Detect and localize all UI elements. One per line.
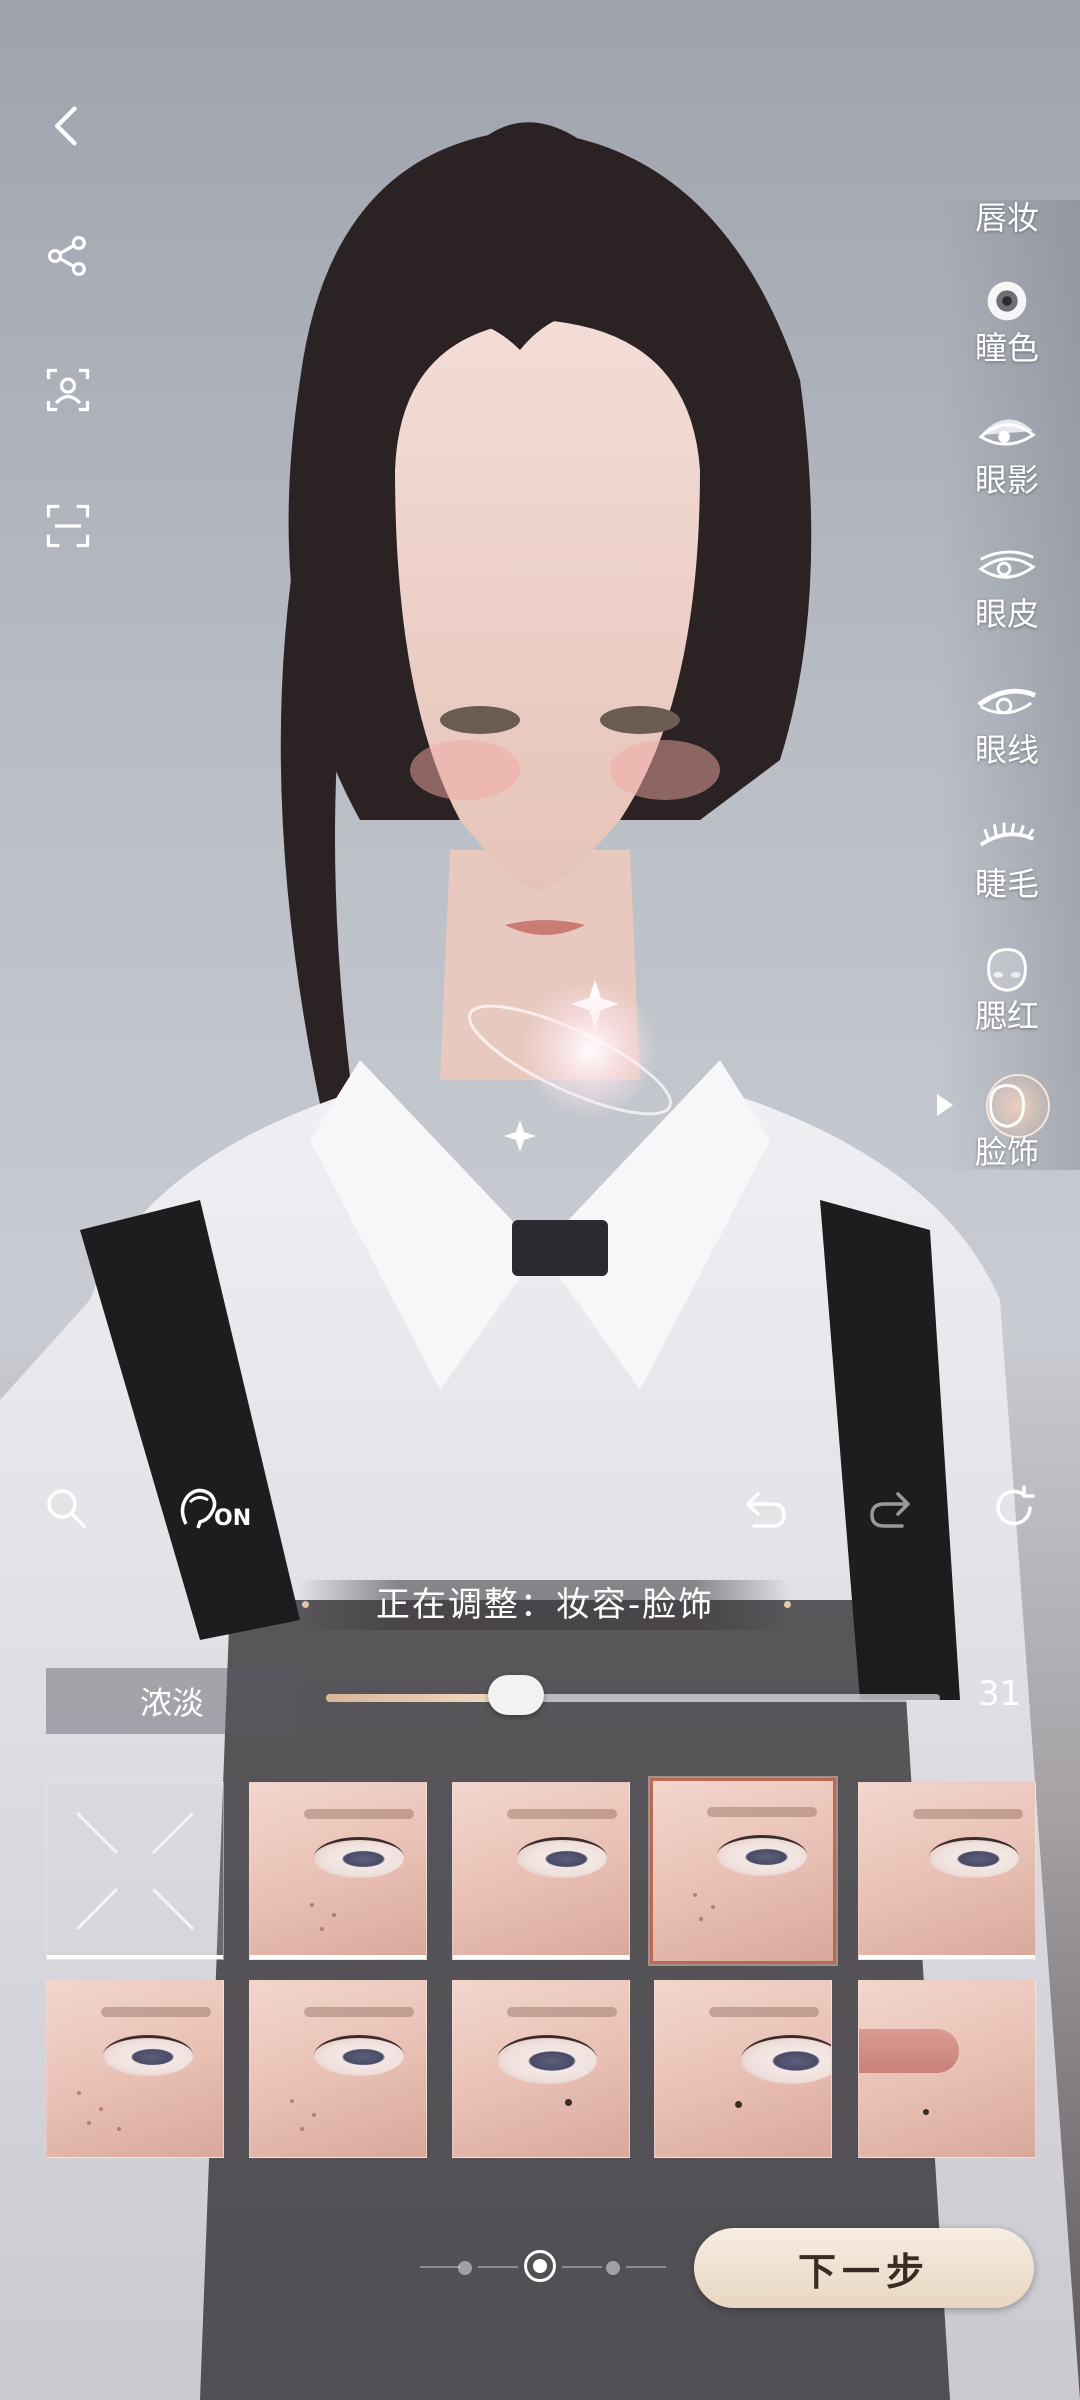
tile-brow bbox=[507, 1809, 617, 1819]
style-option[interactable] bbox=[858, 1782, 1036, 1960]
pager-line bbox=[626, 2266, 666, 2268]
pager-line bbox=[562, 2266, 602, 2268]
eyelid-icon bbox=[975, 542, 1039, 592]
style-option-selected[interactable] bbox=[650, 1778, 836, 1964]
share-icon[interactable] bbox=[38, 226, 98, 286]
tile-brow bbox=[304, 2007, 414, 2017]
selected-arrow-icon bbox=[937, 1094, 953, 1116]
search-icon[interactable] bbox=[36, 1478, 96, 1538]
tile-eye bbox=[741, 2035, 831, 2084]
mole bbox=[565, 2099, 572, 2106]
category-eyeliner[interactable]: 眼线 bbox=[952, 678, 1062, 770]
style-option[interactable] bbox=[858, 1980, 1036, 2158]
reset-icon[interactable] bbox=[984, 1478, 1044, 1538]
tile-brow bbox=[507, 2007, 617, 2017]
style-option[interactable] bbox=[249, 1980, 427, 2158]
redo-icon[interactable] bbox=[860, 1478, 920, 1538]
category-label: 唇妆 bbox=[974, 199, 1039, 237]
face-scan-icon[interactable] bbox=[38, 360, 98, 420]
tile-eye bbox=[314, 2035, 404, 2076]
category-label: 眼线 bbox=[974, 731, 1039, 769]
tile-brow bbox=[709, 2007, 819, 2017]
freckle bbox=[99, 2107, 103, 2111]
category-label: 睫毛 bbox=[974, 865, 1039, 903]
freckle bbox=[312, 2113, 316, 2117]
category-eyelid[interactable]: 眼皮 bbox=[952, 542, 1062, 634]
tile-brow bbox=[304, 1809, 414, 1819]
freckle bbox=[332, 1913, 336, 1917]
slider-handle[interactable] bbox=[488, 1675, 545, 1715]
eyeshadow-icon bbox=[975, 408, 1039, 458]
none-option-icon bbox=[75, 1811, 195, 1931]
tile-underline bbox=[859, 1955, 1035, 1959]
style-option[interactable] bbox=[46, 1980, 224, 2158]
next-step-button[interactable]: 下一步 bbox=[694, 2228, 1034, 2308]
tile-eye bbox=[929, 1837, 1019, 1878]
category-label: 眼影 bbox=[974, 461, 1039, 499]
freckle bbox=[320, 1927, 324, 1931]
adjusting-status: 正在调整：妆容-脸饰 bbox=[300, 1580, 790, 1630]
tile-eye bbox=[314, 1837, 404, 1878]
tile-underline bbox=[250, 1955, 426, 1959]
blush-icon bbox=[975, 944, 1039, 994]
pupil-icon bbox=[975, 276, 1039, 326]
category-label: 脸饰 bbox=[974, 1133, 1039, 1171]
intensity-slider[interactable] bbox=[326, 1675, 940, 1715]
freckle bbox=[87, 2121, 91, 2125]
freckle bbox=[711, 1905, 715, 1909]
tile-lips bbox=[859, 2029, 959, 2073]
undo-icon[interactable] bbox=[736, 1478, 796, 1538]
intensity-label: 浓淡 bbox=[46, 1668, 298, 1734]
category-face-decoration[interactable]: 脸饰 bbox=[952, 1080, 1062, 1172]
tile-brow bbox=[913, 1809, 1023, 1819]
intensity-value: 31 bbox=[978, 1674, 1022, 1714]
page-dot[interactable] bbox=[458, 2261, 472, 2275]
freckle bbox=[300, 2127, 304, 2131]
tile-eye bbox=[517, 1837, 607, 1878]
mole bbox=[735, 2101, 742, 2108]
style-option[interactable] bbox=[452, 1980, 630, 2158]
freckle bbox=[310, 1903, 314, 1907]
hair-toggle-state: ON bbox=[214, 1506, 252, 1531]
fullscreen-icon[interactable] bbox=[38, 496, 98, 556]
tile-underline bbox=[453, 1955, 629, 1959]
page-dot-active[interactable] bbox=[524, 2250, 556, 2282]
tile-underline bbox=[47, 1955, 223, 1959]
character-creator-screen: 唇妆 瞳色 眼影 眼皮 眼线 睫毛 腮红 脸饰 ON 正在调整：妆容-脸饰 浓淡… bbox=[0, 0, 1080, 2400]
freckle bbox=[117, 2127, 121, 2131]
category-lips[interactable]: 唇妆 bbox=[952, 196, 1062, 238]
mole bbox=[923, 2109, 929, 2115]
category-blush[interactable]: 腮红 bbox=[952, 944, 1062, 1036]
face-decoration-icon bbox=[975, 1080, 1039, 1130]
pager-line bbox=[420, 2266, 460, 2268]
tile-eye bbox=[717, 1835, 807, 1876]
back-icon[interactable] bbox=[38, 96, 98, 156]
category-label: 腮红 bbox=[974, 997, 1039, 1035]
status-dot-right bbox=[784, 1601, 791, 1608]
freckle bbox=[699, 1917, 703, 1921]
pager-line bbox=[478, 2266, 518, 2268]
category-label: 眼皮 bbox=[974, 595, 1039, 633]
category-pupil[interactable]: 瞳色 bbox=[952, 276, 1062, 368]
tile-brow bbox=[707, 1807, 817, 1817]
freckle bbox=[693, 1893, 697, 1897]
page-dot[interactable] bbox=[606, 2261, 620, 2275]
style-option[interactable] bbox=[654, 1980, 832, 2158]
eyeliner-icon bbox=[975, 678, 1039, 728]
freckle bbox=[77, 2091, 81, 2095]
tile-eye bbox=[497, 2035, 597, 2084]
tile-brow bbox=[101, 2007, 211, 2017]
category-label: 瞳色 bbox=[974, 329, 1039, 367]
style-option-none[interactable] bbox=[46, 1782, 224, 1960]
category-eyelash[interactable]: 睫毛 bbox=[952, 812, 1062, 904]
eyelash-icon bbox=[975, 812, 1039, 862]
style-option[interactable] bbox=[452, 1782, 630, 1960]
freckle bbox=[290, 2099, 294, 2103]
style-option[interactable] bbox=[249, 1782, 427, 1960]
tile-eye bbox=[103, 2035, 193, 2076]
sparkle-glow bbox=[520, 980, 660, 1120]
category-eyeshadow[interactable]: 眼影 bbox=[952, 408, 1062, 500]
